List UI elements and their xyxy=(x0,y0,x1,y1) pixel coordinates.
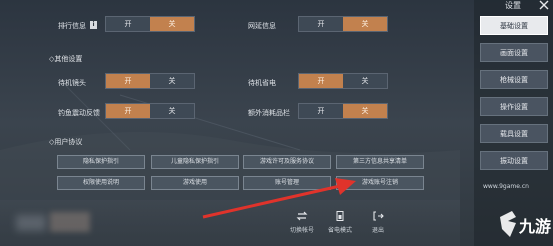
rank-info-on-button[interactable]: 开 xyxy=(106,17,150,31)
exit-button[interactable]: 退出 xyxy=(358,210,398,242)
extra-consumables-label: 额外消耗品栏 xyxy=(248,109,290,117)
latency-info-on-button[interactable]: 开 xyxy=(299,17,343,31)
tab-weapon-settings[interactable]: 枪械设置 xyxy=(480,70,548,89)
fishing-vibration-off-button[interactable]: 关 xyxy=(150,104,194,118)
idle-camera-toggle: 开 关 xyxy=(105,73,195,89)
idle-power-save-label: 待机省电 xyxy=(248,79,276,87)
tab-vehicle-settings[interactable]: 载具设置 xyxy=(480,124,548,143)
privacy-guide-button[interactable]: 隐私保护指引 xyxy=(57,155,145,169)
exit-icon xyxy=(373,211,384,221)
fishing-vibration-on-button[interactable]: 开 xyxy=(106,104,150,118)
tab-control-settings[interactable]: 操作设置 xyxy=(480,97,548,116)
permission-usage-button[interactable]: 权限使用说明 xyxy=(57,176,145,190)
power-save-button[interactable]: 省电模式 xyxy=(320,210,360,242)
tab-graphics-settings[interactable]: 画面设置 xyxy=(480,43,548,62)
latency-info-label: 网延信息 xyxy=(248,22,276,30)
watermark-brand: 九游 xyxy=(519,217,552,236)
idle-power-save-toggle: 开 关 xyxy=(298,73,388,89)
switch-account-button[interactable]: 切换帐号 xyxy=(282,210,322,242)
blurred-avatar xyxy=(16,215,46,231)
user-agreement-title: ◇用户协议 xyxy=(49,138,83,146)
fishing-vibration-toggle: 开 关 xyxy=(105,103,195,119)
game-usage-button[interactable]: 游戏使用 xyxy=(151,176,239,190)
info-icon[interactable]: i xyxy=(90,21,97,29)
other-settings-title: ◇其他设置 xyxy=(49,55,83,63)
extra-consumables-off-button[interactable]: 关 xyxy=(343,104,387,118)
rank-info-off-button[interactable]: 关 xyxy=(150,17,194,31)
rank-info-toggle: 开 关 xyxy=(105,16,195,32)
latency-info-toggle: 开 关 xyxy=(298,16,388,32)
close-icon[interactable] xyxy=(538,0,550,10)
idle-camera-label: 待机镜头 xyxy=(58,79,86,87)
idle-camera-off-button[interactable]: 关 xyxy=(150,74,194,88)
license-agreement-button[interactable]: 游戏许可及服务协议 xyxy=(243,155,331,169)
tab-basic-settings[interactable]: 基础设置 xyxy=(480,16,548,35)
blurred-player-name xyxy=(50,212,90,232)
switch-account-icon xyxy=(296,211,308,221)
watermark-domain: www.9game.cn xyxy=(483,183,529,190)
rank-info-label: 排行信息 xyxy=(58,22,86,30)
settings-header: 设置 xyxy=(505,1,521,10)
idle-camera-on-button[interactable]: 开 xyxy=(106,74,150,88)
third-party-sharing-button[interactable]: 第三方信息共享清单 xyxy=(336,155,424,169)
extra-consumables-toggle: 开 关 xyxy=(298,103,388,119)
idle-power-save-on-button[interactable]: 开 xyxy=(299,74,343,88)
latency-info-off-button[interactable]: 关 xyxy=(343,17,387,31)
tab-vibration-settings[interactable]: 振动设置 xyxy=(480,151,548,170)
power-save-icon xyxy=(336,211,344,221)
child-privacy-guide-button[interactable]: 儿童隐私保护指引 xyxy=(151,155,239,169)
switch-account-label: 切换帐号 xyxy=(289,227,314,234)
account-management-button[interactable]: 账号管理 xyxy=(243,176,331,190)
extra-consumables-on-button[interactable]: 开 xyxy=(299,104,343,118)
fishing-vibration-label: 钓鱼震动反馈 xyxy=(58,109,100,117)
account-deletion-button[interactable]: 游戏账号注销 xyxy=(336,176,424,190)
exit-label: 退出 xyxy=(371,227,384,234)
power-save-label: 省电模式 xyxy=(327,227,352,234)
idle-power-save-off-button[interactable]: 关 xyxy=(343,74,387,88)
